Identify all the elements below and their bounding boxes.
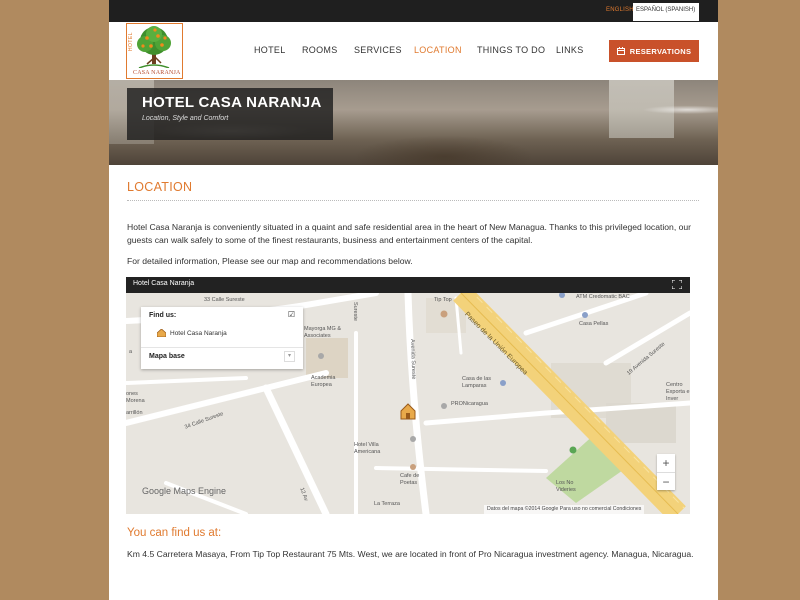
map-label-casapellas: Casa Pellas xyxy=(579,321,609,327)
hero-title: HOTEL CASA NARANJA xyxy=(142,94,322,111)
hero-title-panel: HOTEL CASA NARANJA Location, Style and C… xyxy=(127,88,333,140)
map-label-villa: Hotel Villa Americana xyxy=(354,442,381,455)
top-bar: ENGLISH ESPAÑOL (SPANISH) xyxy=(109,0,718,22)
map-label-sureste: Sureste xyxy=(352,302,358,321)
nav-services[interactable]: SERVICES xyxy=(354,45,402,55)
hotel-logo[interactable]: HOTEL CASA NARANJA xyxy=(126,23,183,79)
maps-engine-branding: Google Maps Engine xyxy=(142,486,227,496)
find-us-heading: You can find us at: xyxy=(127,527,222,539)
hero-subtitle: Location, Style and Comfort xyxy=(142,115,229,122)
zoom-control: + − xyxy=(657,454,675,490)
map-label-cafe: Cafe de Poetas xyxy=(400,473,420,486)
map-label-lamparas: Casa de las Lamparas xyxy=(462,376,492,389)
nav-location[interactable]: LOCATION xyxy=(414,45,462,55)
map-label-tiptop: Tip Top xyxy=(434,297,452,303)
map-title: Hotel Casa Naranja xyxy=(133,280,195,287)
map-label-atm: ATM Credomatic BAC xyxy=(576,294,630,300)
zoom-out-button[interactable]: − xyxy=(657,473,675,491)
logo-hotel-text: HOTEL xyxy=(128,32,134,52)
nav-hotel[interactable]: HOTEL xyxy=(254,45,286,55)
map-label-nidos: Los No Videries xyxy=(556,480,576,493)
fullscreen-icon[interactable] xyxy=(672,280,682,289)
logo-brand-text: CASA NARANJA xyxy=(133,70,181,76)
map-layer-panel: Find us: ☑ Hotel Casa Naranja Mapa base … xyxy=(141,307,303,369)
map-intro-text: For detailed information, Please see our… xyxy=(127,256,413,266)
hero-banner: HOTEL CASA NARANJA Location, Style and C… xyxy=(109,80,718,165)
map-label-terraza: La Terraza xyxy=(374,501,400,507)
language-spanish-link[interactable]: ESPAÑOL (SPANISH) xyxy=(633,3,699,21)
header: HOTEL CASA NARANJA HOTEL ROOMS SERVICES … xyxy=(109,22,718,80)
language-english-link[interactable]: ENGLISH xyxy=(606,7,634,13)
nav-links[interactable]: LINKS xyxy=(556,45,584,55)
hotel-layer-label: Hotel Casa Naranja xyxy=(170,329,227,337)
hotel-layer-item[interactable]: Hotel Casa Naranja xyxy=(157,329,227,337)
orange-tree-icon xyxy=(137,26,171,68)
chevron-down-icon[interactable]: ▾ xyxy=(284,351,295,362)
map-label-ones: ones Morena xyxy=(126,391,145,404)
panel-divider xyxy=(141,347,303,348)
section-divider xyxy=(127,200,699,201)
map-title-bar: Hotel Casa Naranja xyxy=(126,277,690,293)
hotel-legend-icon xyxy=(157,329,166,337)
reservations-button[interactable]: RESERVATIONS xyxy=(609,40,699,62)
embedded-map[interactable]: Hotel Casa Naranja 33 Calle Sureste Tip … xyxy=(126,277,690,514)
reservations-label: RESERVATIONS xyxy=(629,46,692,56)
map-label-pronicaragua: PRONicaragua xyxy=(451,401,488,407)
hotel-address: Km 4.5 Carretera Masaya, From Tip Top Re… xyxy=(127,549,694,559)
map-label-academia: Academia Europea xyxy=(311,375,336,388)
layer-checkbox[interactable]: ☑ xyxy=(288,310,295,319)
nav-rooms[interactable]: ROOMS xyxy=(302,45,338,55)
map-label-arrillon: arrillón xyxy=(126,410,143,416)
location-description: Hotel Casa Naranja is conveniently situa… xyxy=(127,222,692,245)
nav-things-to-do[interactable]: THINGS TO DO xyxy=(477,45,545,55)
calendar-icon xyxy=(616,47,625,55)
zoom-in-button[interactable]: + xyxy=(657,454,675,472)
map-label-calle33: 33 Calle Sureste xyxy=(204,297,245,303)
poi-tiptop-marker xyxy=(440,310,448,318)
map-label-frag: a xyxy=(129,349,133,355)
map-attribution[interactable]: Datos del mapa ©2014 Google Para uso no … xyxy=(484,505,645,514)
section-title: LOCATION xyxy=(127,180,193,194)
map-label-mayorga: Mayorga MG & Associates xyxy=(304,326,341,339)
page-container: ENGLISH ESPAÑOL (SPANISH) HOTEL CASA NAR… xyxy=(109,0,718,600)
mapa-base-label[interactable]: Mapa base xyxy=(149,353,185,360)
map-label-centro: Centro Exporta e Inver xyxy=(666,382,690,402)
find-us-label: Find us: xyxy=(149,312,177,319)
